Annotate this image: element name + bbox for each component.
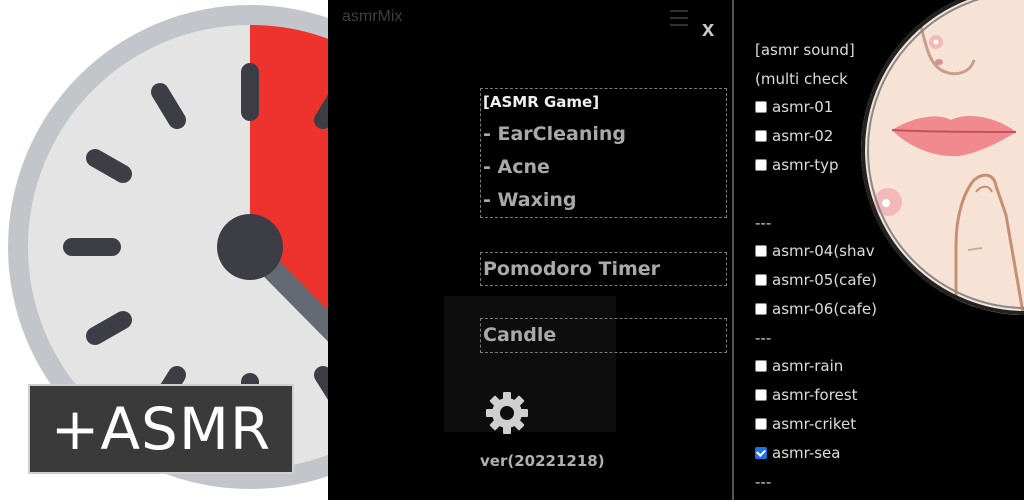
checkbox-icon[interactable] [755,245,767,257]
checkbox-icon[interactable] [755,101,767,113]
checkbox-icon[interactable] [755,389,767,401]
candle-button[interactable]: Candle [480,318,727,353]
checkbox-icon[interactable] [755,303,767,315]
checkbox-icon[interactable] [755,274,767,286]
game-item-waxing[interactable]: - Waxing [483,184,726,217]
sound-item-asmr-02[interactable]: asmr-02 [755,127,833,145]
app-title: asmrMix [342,8,403,25]
gear-icon[interactable] [484,390,530,436]
sound-item-asmr-forest[interactable]: asmr-forest [755,386,857,404]
sound-header: [asmr sound] [755,41,855,59]
sound-item-asmr-sea[interactable]: asmr-sea [755,444,840,462]
close-button[interactable]: x [702,14,714,44]
asmr-badge: +ASMR [28,384,294,474]
sound-item-asmr-typ[interactable]: asmr-typ [755,156,839,174]
app-window: asmrMix x [ASMR Game] - EarCleaning - Ac… [328,0,732,500]
sound-item-asmr-rain[interactable]: asmr-rain [755,357,843,375]
sound-item-asmr-01[interactable]: asmr-01 [755,98,833,116]
asmr-game-header: [ASMR Game] [483,93,600,111]
asmr-game-menu: [ASMR Game] - EarCleaning - Acne - Waxin… [480,88,727,218]
game-item-earcleaning[interactable]: - EarCleaning [483,118,726,151]
menu-icon[interactable] [670,10,688,26]
separator: --- [755,329,772,347]
sound-subheader: (multi check [755,70,848,88]
game-item-acne[interactable]: - Acne [483,151,726,184]
checkbox-checked-icon[interactable] [755,447,767,459]
checkbox-icon[interactable] [755,159,767,171]
checkbox-icon[interactable] [755,418,767,430]
checkbox-icon[interactable] [755,360,767,372]
pomodoro-timer-button[interactable]: Pomodoro Timer [480,252,727,286]
sound-item-asmr-criket[interactable]: asmr-criket [755,415,856,433]
background-panel [444,296,616,432]
version-label: ver(20221218) [480,452,605,470]
face-illustration [861,0,1024,315]
checkbox-icon[interactable] [755,130,767,142]
separator: --- [755,473,772,491]
separator: --- [755,214,772,232]
